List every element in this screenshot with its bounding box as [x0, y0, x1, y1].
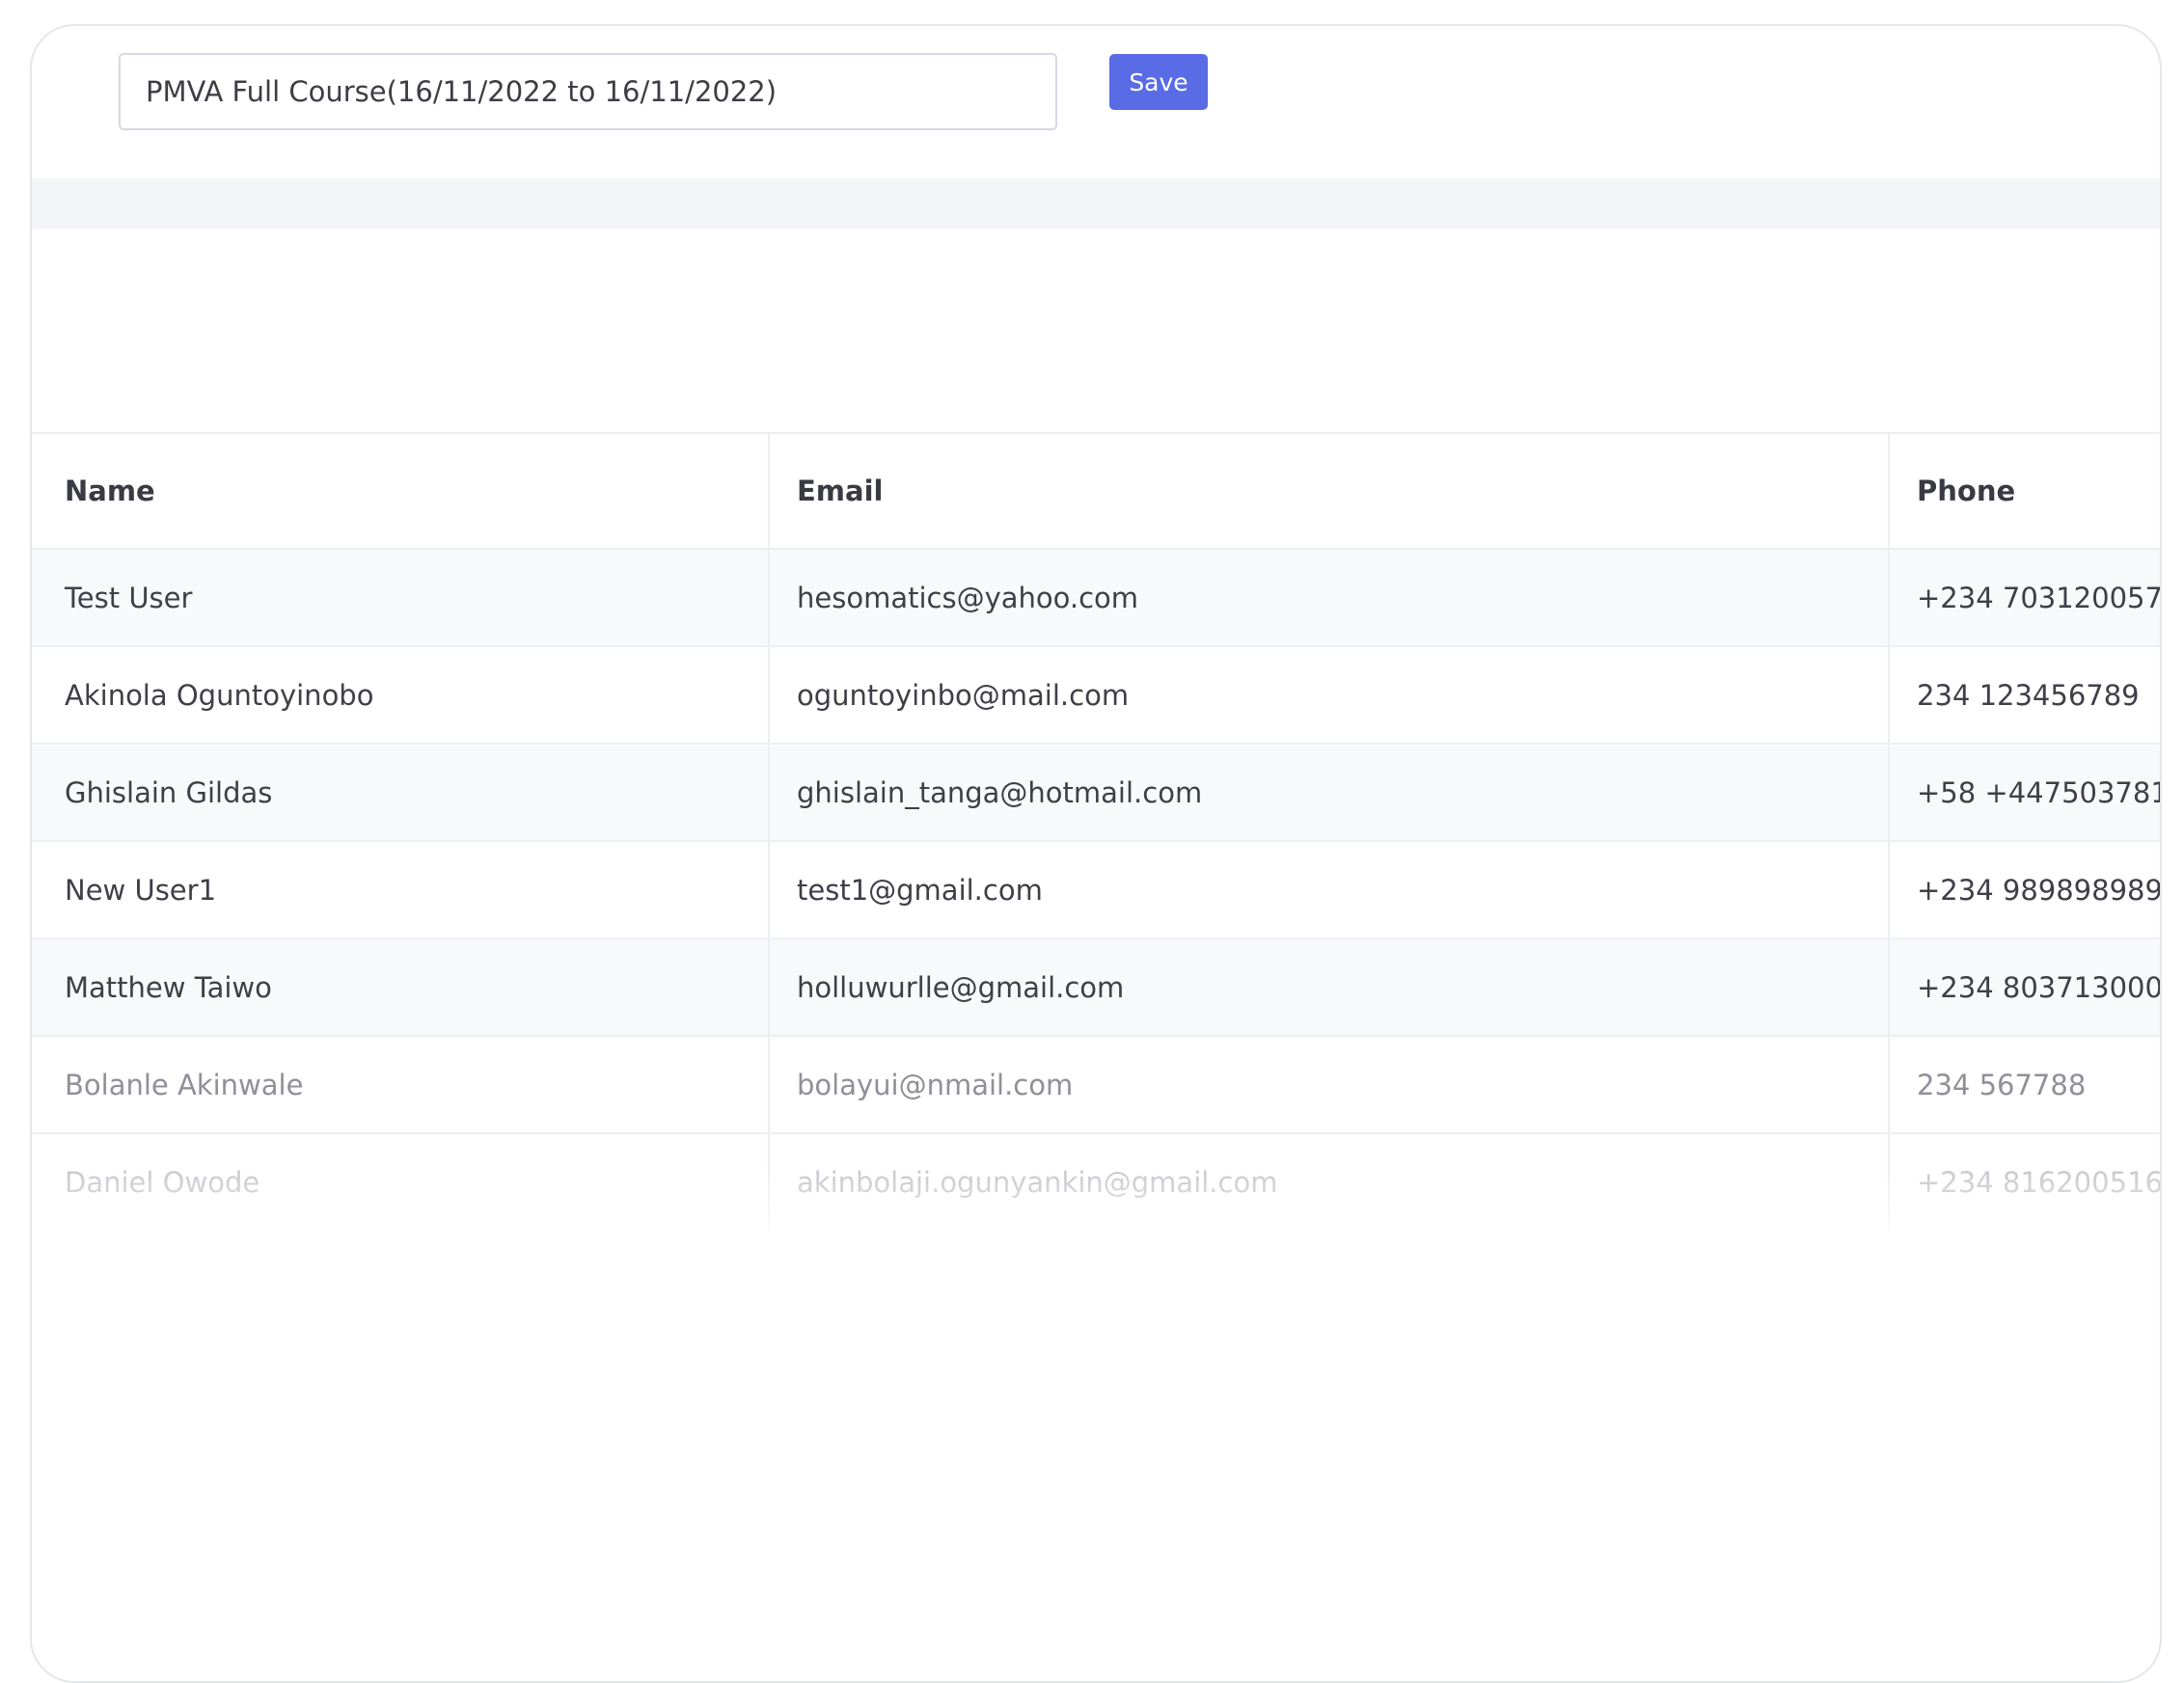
cell-email: bolayui@nmail.com: [769, 1036, 1890, 1134]
cell-phone: +58 +447503781921: [1889, 744, 2160, 842]
cell-phone: +234 9898989898: [1889, 841, 2160, 939]
table-row[interactable]: Ghislain Gildas ghislain_tanga@hotmail.c…: [32, 744, 2160, 842]
cell-name: Bolanle Akinwale: [32, 1036, 770, 1134]
cell-email: oguntoyinbo@mail.com: [769, 646, 1890, 745]
course-select[interactable]: PMVA Full Course(16/11/2022 to 16/11/202…: [119, 53, 1057, 130]
column-header-name[interactable]: Name: [32, 432, 770, 550]
table-row[interactable]: Daniel Owode akinbolaji.ogunyankin@gmail…: [32, 1133, 2160, 1231]
cell-name: Matthew Taiwo: [32, 938, 770, 1037]
table-row[interactable]: New User1 test1@gmail.com +234 989898989…: [32, 841, 2160, 939]
cell-email: hesomatics@yahoo.com: [769, 549, 1890, 647]
table-row[interactable]: Test User hesomatics@yahoo.com +234 7031…: [32, 549, 2160, 647]
cell-email: ghislain_tanga@hotmail.com: [769, 744, 1890, 842]
table-header-row: Name Email Phone: [32, 432, 2160, 550]
cell-email: holluwurlle@gmail.com: [769, 938, 1890, 1037]
toolbar: PMVA Full Course(16/11/2022 to 16/11/202…: [32, 26, 2160, 178]
cell-phone: +234 8037130005: [1889, 938, 2160, 1037]
cell-phone: 234 123456789: [1889, 646, 2160, 745]
column-header-phone[interactable]: Phone: [1889, 432, 2160, 550]
cell-phone: +234 8162005166: [1889, 1133, 2160, 1231]
table-row[interactable]: Matthew Taiwo holluwurlle@gmail.com +234…: [32, 938, 2160, 1037]
cell-name: Daniel Owode: [32, 1133, 770, 1231]
attendees-table: Name Email Phone Test User hesomatics@ya…: [32, 432, 2160, 1231]
cell-email: test1@gmail.com: [769, 841, 1890, 939]
cell-name: Ghislain Gildas: [32, 744, 770, 842]
cell-email: akinbolaji.ogunyankin@gmail.com: [769, 1133, 1890, 1231]
cell-name: New User1: [32, 841, 770, 939]
section-divider-band: [32, 178, 2160, 229]
column-header-email[interactable]: Email: [769, 432, 1890, 550]
cell-phone: +234 7031200571: [1889, 549, 2160, 647]
cell-name: Test User: [32, 549, 770, 647]
table-row[interactable]: Akinola Oguntoyinobo oguntoyinbo@mail.co…: [32, 646, 2160, 745]
cell-name: Akinola Oguntoyinobo: [32, 646, 770, 745]
attendance-card: PMVA Full Course(16/11/2022 to 16/11/202…: [30, 24, 2162, 1683]
cell-phone: 234 567788: [1889, 1036, 2160, 1134]
attendees-table-container: Name Email Phone Test User hesomatics@ya…: [32, 432, 2160, 1262]
table-row[interactable]: Bolanle Akinwale bolayui@nmail.com 234 5…: [32, 1036, 2160, 1134]
save-button[interactable]: Save: [1109, 54, 1208, 110]
